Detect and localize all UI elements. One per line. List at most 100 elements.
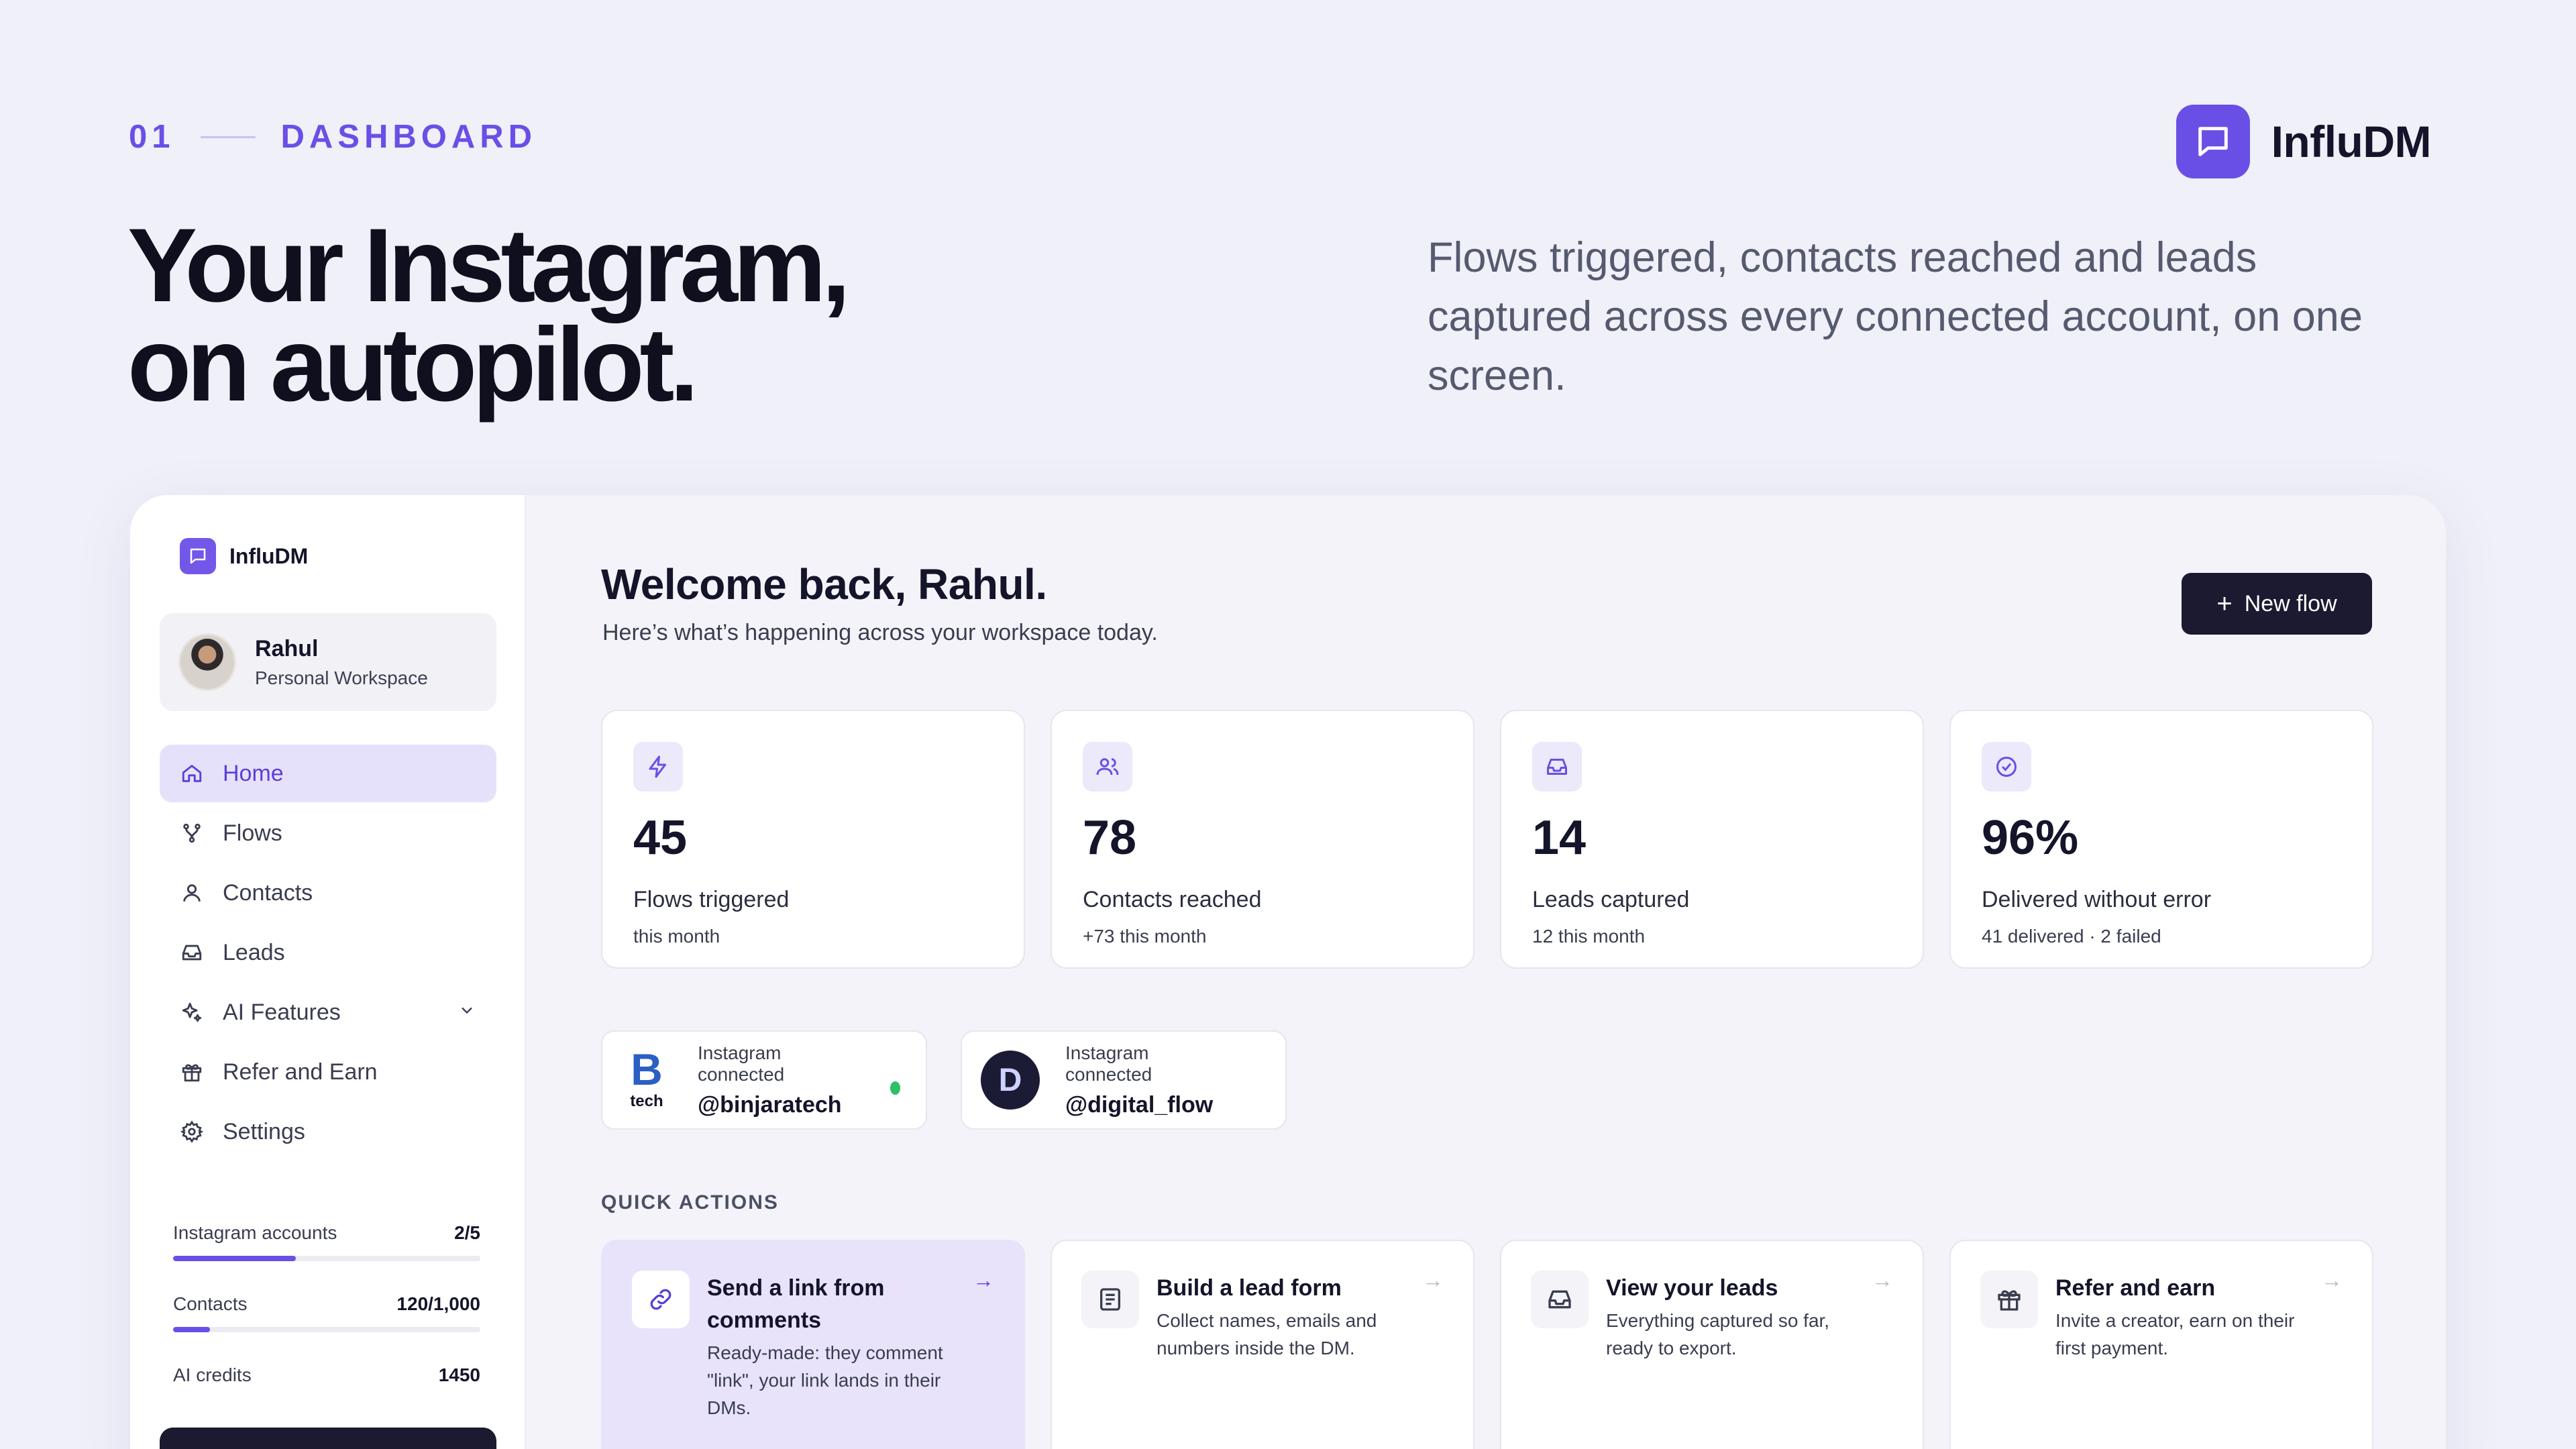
quick-action-title: View your leads — [1606, 1275, 1778, 1301]
usage-value: 1450 — [438, 1364, 480, 1385]
sidebar-item-flows[interactable]: Flows — [160, 804, 496, 862]
sidebar-item-label: Leads — [223, 939, 285, 965]
stat-label: Leads captured — [1532, 887, 1690, 912]
stat-label: Delivered without error — [1982, 887, 2212, 912]
account-logo: B tech — [621, 1050, 672, 1110]
usage-label: Contacts — [173, 1293, 248, 1314]
arrow-right-icon: → — [1872, 1268, 1893, 1292]
stat-value: 14 — [1532, 811, 1587, 865]
sidebar-item-ai-features[interactable]: AI Features — [160, 983, 496, 1041]
quick-action-desc: Invite a creator, earn on their first pa… — [2055, 1310, 2295, 1358]
quick-action-title: Build a lead form — [1157, 1275, 1342, 1301]
sidebar-item-leads[interactable]: Leads — [160, 924, 496, 981]
quick-action-lead-form[interactable]: Build a lead form Collect names, emails … — [1051, 1240, 1474, 1449]
usage-ai-credits: AI credits 1450 — [173, 1364, 480, 1386]
usage-label: Instagram accounts — [173, 1222, 337, 1243]
sidebar-brand[interactable]: InfluDM — [180, 538, 308, 574]
hero-title: Your Instagram, on autopilot. — [127, 207, 851, 423]
arrow-right-icon: → — [973, 1268, 994, 1292]
stat-card-contacts: 78 Contacts reached +73 this month — [1051, 710, 1474, 969]
stat-card-delivery: 96% Delivered without error 41 delivered… — [1949, 710, 2373, 969]
usage-value: 120/1,000 — [396, 1293, 480, 1314]
quick-action-send-link[interactable]: Send a link from comments Ready-made: th… — [601, 1240, 1025, 1449]
sidebar-item-home[interactable]: Home — [160, 745, 496, 802]
account-logo-letter: B — [631, 1050, 663, 1094]
sidebar-item-label: Home — [223, 760, 284, 786]
quick-action-refer[interactable]: Refer and earn Invite a creator, earn on… — [1949, 1240, 2373, 1449]
workspace-name: Personal Workspace — [255, 667, 428, 688]
stat-sub: 41 delivered · 2 failed — [1982, 926, 2161, 947]
welcome-heading: Welcome back, Rahul. — [601, 560, 1047, 608]
eyebrow-divider — [200, 136, 256, 138]
quick-action-title: Refer and earn — [2055, 1275, 2216, 1301]
sidebar-item-refer-and-earn[interactable]: Refer and Earn — [160, 1043, 496, 1101]
gift-icon — [178, 1059, 205, 1085]
account-card-binjaratech[interactable]: B tech Instagram connected @binjaratech — [601, 1030, 927, 1130]
usage-progress-fill — [173, 1256, 297, 1261]
welcome-subtitle: Here’s what’s happening across your work… — [602, 620, 1158, 645]
account-handle: @binjaratech — [698, 1091, 842, 1118]
check-circle-icon — [1982, 742, 2031, 792]
quick-action-desc: Everything captured so far, ready to exp… — [1606, 1310, 1830, 1358]
sidebar-item-contacts[interactable]: Contacts — [160, 864, 496, 922]
stat-sub: +73 this month — [1083, 926, 1207, 947]
stat-label: Contacts reached — [1083, 887, 1262, 912]
arrow-right-icon: → — [1422, 1268, 1444, 1292]
sidebar: InfluDM Rahul Personal Workspace Home Fl… — [130, 495, 526, 1449]
account-status: Instagram connected — [1065, 1042, 1152, 1085]
gift-icon — [1980, 1271, 2038, 1328]
brand-name: InfluDM — [2271, 117, 2432, 166]
gear-icon — [178, 1118, 205, 1145]
sidebar-cta-button[interactable] — [160, 1428, 496, 1449]
user-icon — [178, 879, 205, 906]
inbox-icon — [1532, 742, 1582, 792]
quick-actions-title: QUICK ACTIONS — [601, 1191, 779, 1214]
sidebar-item-label: AI Features — [223, 999, 341, 1025]
inbox-icon — [178, 939, 205, 966]
new-flow-button[interactable]: + New flow — [2182, 573, 2372, 635]
stat-card-flows: 45 Flows triggered this month — [601, 710, 1025, 969]
main-content: Welcome back, Rahul. Here’s what’s happe… — [526, 495, 2446, 1449]
stat-sub: 12 this month — [1532, 926, 1646, 947]
sidebar-nav: Home Flows Contacts Leads AI Features Re… — [160, 745, 496, 1163]
hero-subtitle: Flows triggered, contacts reached and le… — [1428, 234, 2363, 399]
sidebar-item-label: Flows — [223, 820, 282, 846]
hero-title-line-1: Your Instagram, — [127, 207, 851, 324]
avatar — [178, 633, 236, 691]
sidebar-item-settings[interactable]: Settings — [160, 1103, 496, 1161]
sidebar-item-label: Refer and Earn — [223, 1059, 378, 1085]
plus-icon: + — [2216, 588, 2233, 619]
account-logo: D — [981, 1050, 1040, 1110]
section-number: 01 — [129, 119, 175, 155]
usage-progress-bar — [173, 1327, 480, 1332]
usage-progress-bar — [173, 1256, 480, 1261]
usage-value: 2/5 — [454, 1222, 480, 1243]
account-card-digital-flow[interactable]: D Instagram connected @digital_flow — [961, 1030, 1287, 1130]
stats-row: 45 Flows triggered this month 78 Contact… — [601, 710, 2373, 969]
sidebar-item-label: Settings — [223, 1118, 305, 1144]
chat-logo-icon — [2176, 105, 2250, 178]
sidebar-brand-name: InfluDM — [229, 543, 309, 568]
quick-action-desc: Collect names, emails and numbers inside… — [1157, 1310, 1377, 1358]
account-logo-letter: D — [999, 1063, 1022, 1098]
brand-header: InfluDM — [2176, 105, 2432, 178]
usage-instagram-accounts: Instagram accounts 2/5 — [173, 1222, 480, 1261]
workspace-switcher[interactable]: Rahul Personal Workspace — [160, 613, 496, 711]
bolt-icon — [633, 742, 683, 792]
usage-label: AI credits — [173, 1364, 252, 1385]
account-status: Instagram connected — [698, 1042, 785, 1085]
sidebar-item-label: Contacts — [223, 879, 313, 906]
stat-label: Flows triggered — [633, 887, 790, 912]
chevron-down-icon[interactable] — [458, 1000, 476, 1026]
stat-value: 45 — [633, 811, 688, 865]
section-label: DASHBOARD — [280, 119, 537, 155]
chat-logo-icon — [180, 538, 216, 574]
app-window: InfluDM Rahul Personal Workspace Home Fl… — [130, 495, 2446, 1449]
form-icon — [1081, 1271, 1139, 1328]
flows-icon — [178, 820, 205, 847]
account-handle: @digital_flow — [1065, 1091, 1214, 1118]
stat-value: 78 — [1083, 811, 1137, 865]
hero-title-line-2: on autopilot. — [127, 307, 699, 423]
quick-action-title: Send a link from comments — [707, 1275, 885, 1333]
quick-action-view-leads[interactable]: View your leads Everything captured so f… — [1500, 1240, 1924, 1449]
